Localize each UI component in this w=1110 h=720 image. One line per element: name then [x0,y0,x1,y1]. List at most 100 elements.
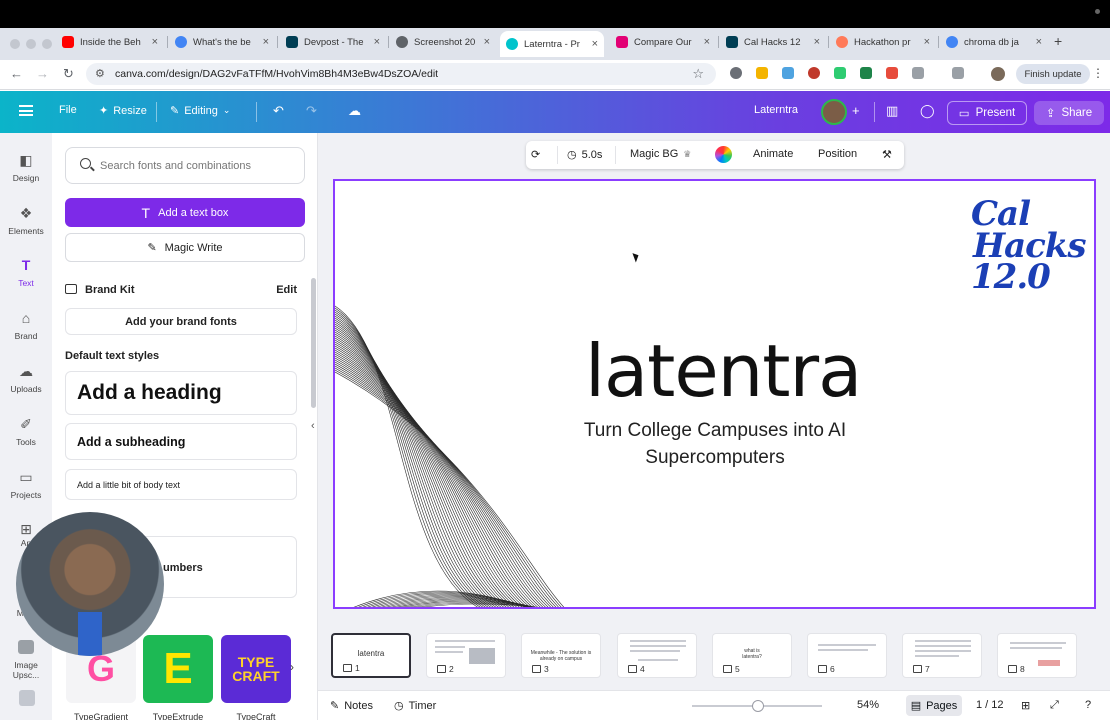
paint-format-icon[interactable]: ⚒ [882,148,892,161]
notes-button[interactable]: ✎ Notes [330,699,373,713]
zoom-slider-handle[interactable] [752,700,764,712]
extension-icon[interactable] [782,67,794,79]
close-icon[interactable]: × [374,36,380,48]
grid-view-icon[interactable]: ⊞ [1021,699,1030,712]
brand-kit-edit-link[interactable]: Edit [276,284,297,296]
add-brand-fonts-button[interactable]: Add your brand fonts [65,308,297,335]
color-picker-icon[interactable] [715,146,732,163]
close-icon[interactable]: × [814,36,820,48]
editing-mode-dropdown[interactable]: ✎ Editing ⌄ [170,104,230,118]
close-icon[interactable]: × [592,38,598,50]
add-heading-style[interactable]: Add a heading [65,371,297,415]
close-icon[interactable]: × [1036,36,1042,48]
refresh-swap-icon[interactable]: ⟳ [531,148,540,161]
new-tab-button[interactable]: + [1054,33,1062,49]
slide-title[interactable]: latentra [585,329,862,413]
extension-icon[interactable] [756,67,768,79]
file-menu[interactable]: File [59,104,77,116]
window-maximize-dot[interactable] [42,39,52,49]
magic-bg-button[interactable]: Magic BG ♛ [630,148,691,160]
close-icon[interactable]: × [704,36,710,48]
slide-thumbnail-2[interactable]: 2 [426,633,506,678]
extension-icon[interactable] [834,67,846,79]
finish-update-button[interactable]: Finish update [1016,64,1090,84]
font-search-input[interactable] [100,156,296,176]
browser-menu-icon[interactable]: ⋮ [1092,66,1104,80]
help-icon[interactable]: ? [1085,699,1091,711]
browser-tab-9[interactable]: chroma db ja × [946,33,1042,51]
sidebar-toggle-icon[interactable] [952,67,964,79]
rail-image-upscaler[interactable]: Image Upsc... [0,640,52,680]
hamburger-menu-icon[interactable] [19,105,33,116]
present-button[interactable]: ▭ Present [947,101,1027,125]
browser-tab-4[interactable]: Screenshot 20 × [396,33,490,51]
add-body-text-style[interactable]: Add a little bit of body text [65,469,297,500]
fullscreen-icon[interactable]: ⤢ [1050,699,1059,712]
animate-button[interactable]: Animate [753,148,793,160]
rail-tools[interactable]: ✐ Tools [0,416,52,447]
resize-button[interactable]: ✦ Resize [99,104,147,118]
rail-uploads[interactable]: ☁ Uploads [0,363,52,394]
extension-icon[interactable] [808,67,820,79]
extension-icon[interactable] [860,67,872,79]
close-icon[interactable]: × [152,36,158,48]
user-avatar[interactable] [821,99,847,125]
add-subheading-style[interactable]: Add a subheading [65,423,297,460]
rail-brand[interactable]: ⌂ Brand [0,310,52,341]
close-icon[interactable]: × [263,36,269,48]
timer-button[interactable]: ◷ Timer [394,699,436,713]
comment-icon[interactable]: ◯ [920,103,935,119]
slide-thumbnail-5[interactable]: what is latentra? 5 [712,633,792,678]
zoom-level[interactable]: 54% [857,699,879,711]
browser-tab-6[interactable]: Compare Our × [616,33,710,51]
window-minimize-dot[interactable] [26,39,36,49]
extensions-puzzle-icon[interactable] [912,67,924,79]
rail-text[interactable]: T Text [0,257,52,288]
magic-write-button[interactable]: ✎ Magic Write [65,233,305,262]
position-button[interactable]: Position [818,148,857,160]
share-button[interactable]: ⇪ Share [1034,101,1104,125]
font-tiles-next-icon[interactable]: › [290,660,294,674]
app-icon[interactable] [19,690,35,706]
panel-scrollbar[interactable] [311,278,316,408]
add-text-box-button[interactable]: T Add a text box [65,198,305,227]
font-tile-typeextrude[interactable]: E [143,635,213,703]
redo-icon[interactable]: ↷ [306,103,317,119]
browser-tab-8[interactable]: Hackathon pr × [836,33,930,51]
slide-thumbnail-8[interactable]: 8 [997,633,1077,678]
font-search-box[interactable] [65,147,305,184]
slide-thumbnail-3[interactable]: Meanwhile - The solution is already on c… [521,633,601,678]
close-icon[interactable]: × [484,36,490,48]
slide-thumbnail-4[interactable]: 4 [617,633,697,678]
rail-projects[interactable]: ▭ Projects [0,469,52,500]
rail-elements[interactable]: ❖ Elements [0,205,52,236]
extension-icon[interactable] [730,67,742,79]
profile-avatar[interactable] [991,67,1005,81]
undo-icon[interactable]: ↶ [273,103,284,119]
rail-design[interactable]: ◧ Design [0,152,52,183]
browser-tab-1[interactable]: Inside the Beh × [62,33,158,51]
slide-thumbnail-7[interactable]: 7 [902,633,982,678]
browser-tab-active[interactable]: Laterntra - Pr × [500,31,604,57]
window-close-dot[interactable] [10,39,20,49]
browser-tab-3[interactable]: Devpost - The × [286,33,380,51]
forward-arrow-icon[interactable]: → [36,66,49,81]
cloud-saved-icon[interactable]: ☁ [348,103,361,119]
slide-subtitle[interactable]: Turn College Campuses into AI Supercompu… [565,418,865,471]
project-name[interactable]: Laterntra [754,104,798,116]
add-collaborator-icon[interactable]: + [852,103,860,118]
site-settings-icon[interactable]: ⚙ [95,67,105,80]
slide-canvas[interactable]: Cal Hacks 12.0 latentra Turn College Cam… [333,179,1096,609]
insights-chart-icon[interactable]: ▥ [886,103,898,119]
reload-icon[interactable]: ↻ [63,66,74,82]
bookmark-star-icon[interactable]: ☆ [692,66,704,82]
url-bar[interactable]: ⚙ canva.com/design/DAG2vFaTFfM/HvohVim8B… [86,63,716,85]
font-tile-typecraft[interactable]: TYPE CRAFT [221,635,291,703]
back-arrow-icon[interactable]: ← [10,66,23,81]
slide-thumbnail-6[interactable]: 6 [807,633,887,678]
extension-icon[interactable] [886,67,898,79]
pages-button[interactable]: ▤ Pages [906,695,962,716]
close-icon[interactable]: × [924,36,930,48]
slide-thumbnail-1[interactable]: latentra 1 [331,633,411,678]
browser-tab-2[interactable]: What's the be × [175,33,269,51]
